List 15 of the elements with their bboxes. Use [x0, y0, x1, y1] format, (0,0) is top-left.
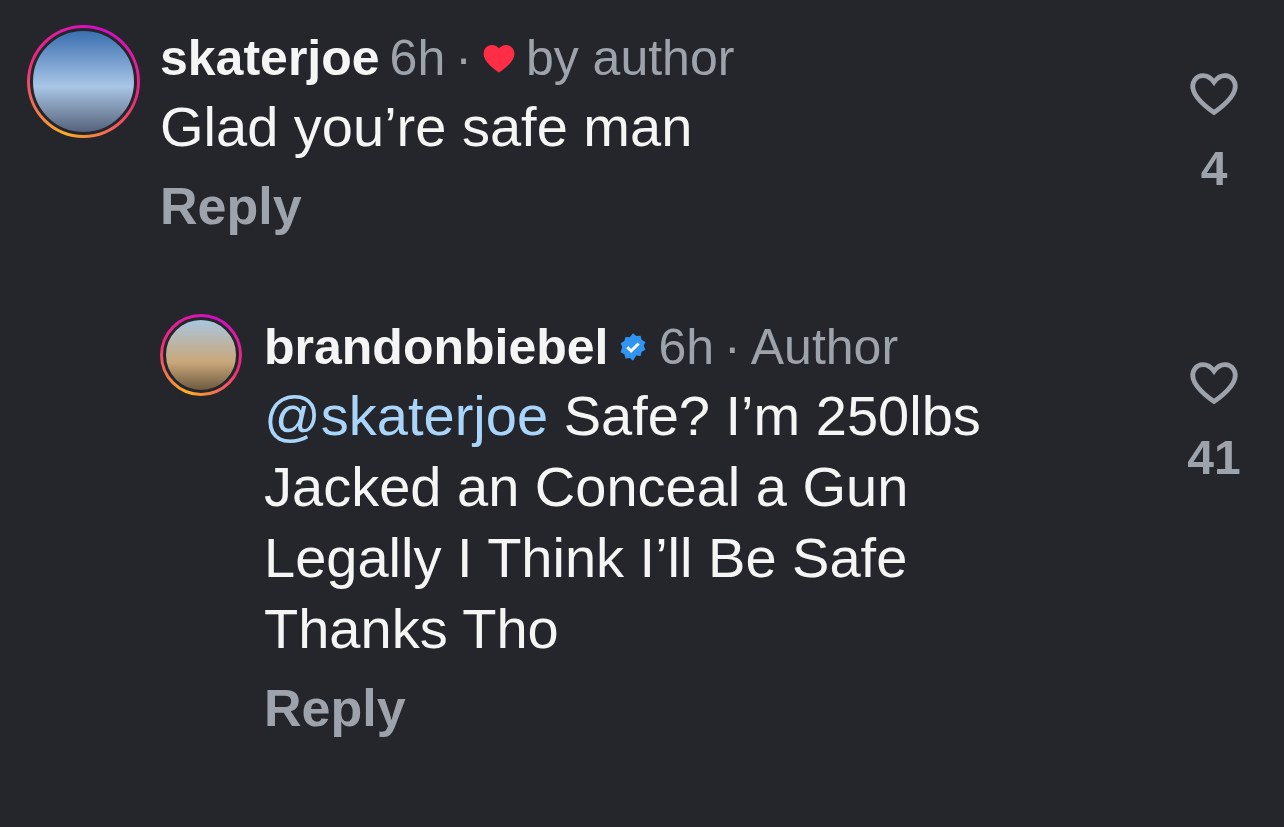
comment-text: Glad you’re safe man	[160, 94, 694, 160]
author-note: by author	[525, 29, 735, 87]
reply-button[interactable]: Reply	[160, 176, 302, 236]
separator-dot: ·	[455, 29, 472, 87]
like-count: 41	[1187, 430, 1241, 485]
timestamp: 6h	[658, 318, 715, 376]
mention-link[interactable]: @skaterjoe	[264, 384, 549, 447]
author-note: Author	[750, 318, 899, 376]
separator-dot: ·	[724, 318, 741, 376]
comment-text: @skaterjoe Safe? I’m 250lbs Jacked an Conceal a Gun Legally I Think I’ll Be Safe Thanks Tho	[264, 383, 982, 662]
reply-button[interactable]: Reply	[264, 678, 406, 738]
username[interactable]: brandonbiebel	[264, 318, 609, 376]
username[interactable]: skaterjoe	[160, 29, 380, 87]
timestamp: 6h	[389, 29, 446, 87]
like-count: 4	[1200, 141, 1228, 196]
